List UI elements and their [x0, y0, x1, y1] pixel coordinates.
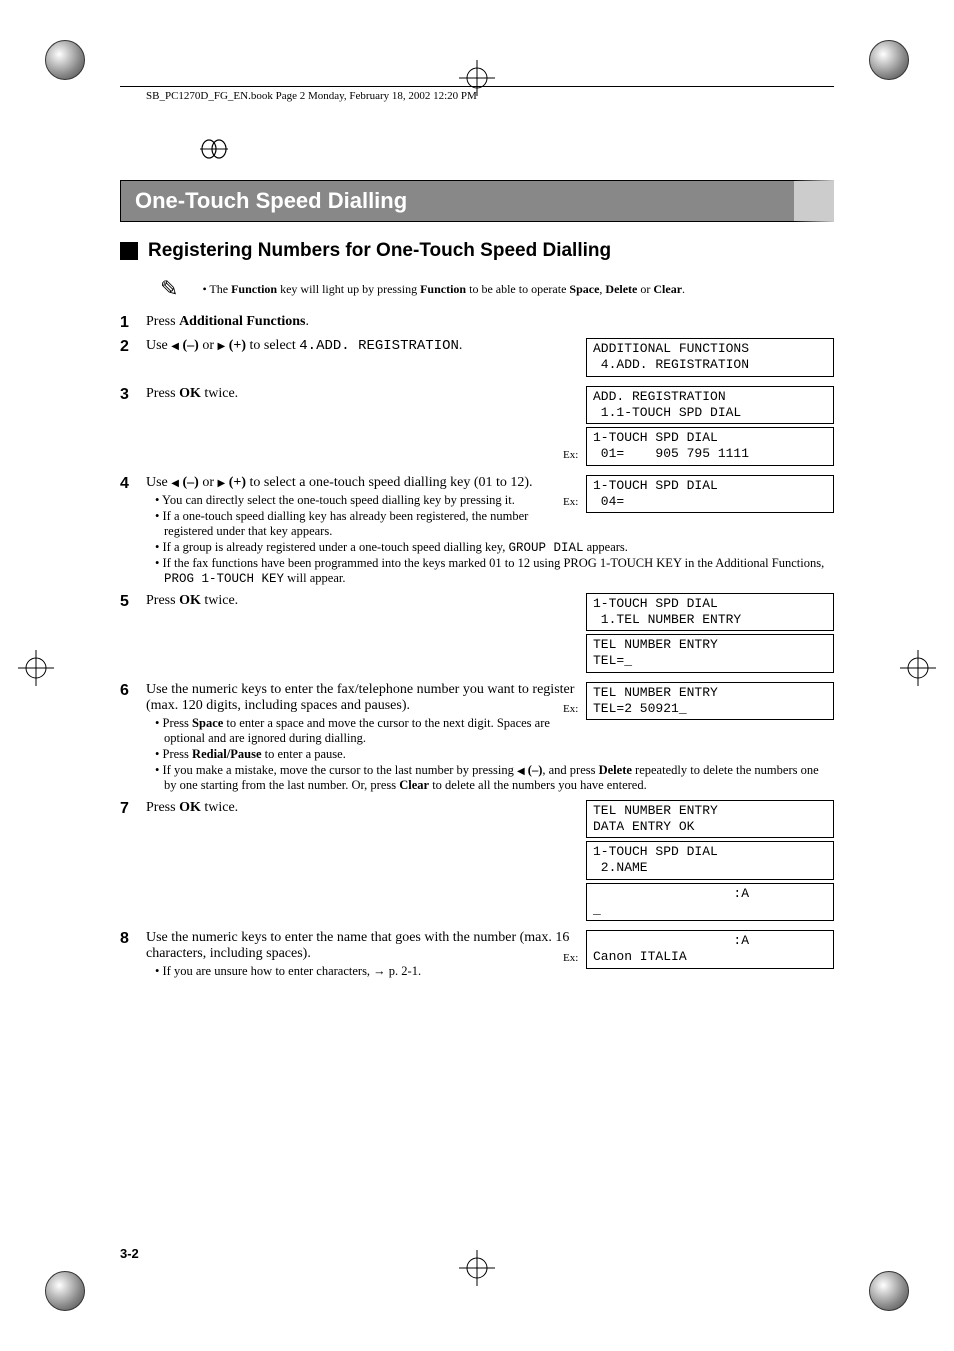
corner-circle-br	[869, 1271, 909, 1311]
step-body: Use the numeric keys to enter the name t…	[146, 930, 586, 980]
display-column: 1-TOUCH SPD DIAL 1.TEL NUMBER ENTRY TEL …	[586, 593, 834, 676]
display-column: ADD. REGISTRATION 1.1-TOUCH SPD DIAL Ex:…	[586, 386, 834, 469]
binder-icon	[200, 138, 228, 166]
registration-mark-right	[900, 650, 936, 686]
step-body: Press Additional Functions.	[146, 314, 834, 330]
step-number: 8	[120, 930, 146, 948]
display-column: TEL NUMBER ENTRY DATA ENTRY OK 1-TOUCH S…	[586, 800, 834, 925]
step-number: 1	[120, 314, 146, 332]
step-body: Use (–) or (+) to select 4.ADD. REGISTRA…	[146, 338, 586, 354]
lcd-display: TEL NUMBER ENTRY TEL=_	[586, 634, 834, 673]
note-text: • The Function key will light up by pres…	[202, 282, 685, 297]
step-number: 4	[120, 475, 146, 493]
bullet-item: If you make a mistake, move the cursor t…	[146, 763, 834, 793]
step-8: 8 Use the numeric keys to enter the name…	[120, 930, 834, 980]
bullet-item: If the fax functions have been programme…	[146, 556, 834, 586]
example-label: Ex:	[563, 449, 578, 463]
step-5: 5 Press OK twice. 1-TOUCH SPD DIAL 1.TEL…	[120, 593, 834, 676]
display-column: Ex:1-TOUCH SPD DIAL 04=	[586, 475, 834, 540]
display-column: ADDITIONAL FUNCTIONS 4.ADD. REGISTRATION	[586, 338, 834, 380]
step-6: 6 Use the numeric keys to enter the fax/…	[120, 682, 834, 794]
page-number: 3-2	[120, 1246, 139, 1261]
note-row: ✎ • The Function key will light up by pr…	[160, 276, 834, 302]
registration-mark-top	[459, 60, 495, 101]
triangle-left-icon	[517, 763, 525, 777]
square-bullet-icon	[120, 242, 138, 260]
corner-circle-tr	[869, 40, 909, 80]
step-4: 4 Use (–) or (+) to select a one-touch s…	[120, 475, 834, 587]
pencil-note-icon: ✎	[160, 276, 178, 302]
corner-circle-bl	[45, 1271, 85, 1311]
display-column: Ex: :A Canon ITALIA	[586, 930, 834, 972]
step-number: 6	[120, 682, 146, 700]
lcd-display: 1-TOUCH SPD DIAL 2.NAME	[586, 841, 834, 880]
bullet-item: If a one-touch speed dialling key has al…	[146, 509, 576, 539]
step-number: 3	[120, 386, 146, 404]
step-7: 7 Press OK twice. TEL NUMBER ENTRY DATA …	[120, 800, 834, 925]
triangle-left-icon	[171, 338, 179, 353]
registration-mark-left	[18, 650, 54, 686]
example-label: Ex:	[563, 703, 578, 717]
lcd-display: 1-TOUCH SPD DIAL 1.TEL NUMBER ENTRY	[586, 593, 834, 632]
step-number: 2	[120, 338, 146, 356]
lcd-display: Ex:TEL NUMBER ENTRY TEL=2 50921_	[586, 682, 834, 721]
lcd-display: :A _	[586, 883, 834, 922]
step-3: 3 Press OK twice. ADD. REGISTRATION 1.1-…	[120, 386, 834, 469]
step-2: 2 Use (–) or (+) to select 4.ADD. REGIST…	[120, 338, 834, 380]
step-body: Use (–) or (+) to select a one-touch spe…	[146, 475, 834, 587]
triangle-left-icon	[171, 475, 179, 490]
section-title-text: Registering Numbers for One-Touch Speed …	[148, 240, 611, 262]
step-body: Use the numeric keys to enter the fax/te…	[146, 682, 834, 794]
header-meta-text: SB_PC1270D_FG_EN.book Page 2 Monday, Feb…	[146, 90, 477, 102]
step-body: Press OK twice.	[146, 593, 586, 609]
lcd-display: Ex:1-TOUCH SPD DIAL 01= 905 795 1111	[586, 427, 834, 466]
step-1: 1 Press Additional Functions.	[120, 314, 834, 332]
bullet-item: If a group is already registered under a…	[146, 540, 834, 555]
section-title: Registering Numbers for One-Touch Speed …	[120, 240, 834, 262]
corner-circle-tl	[45, 40, 85, 80]
lcd-display: TEL NUMBER ENTRY DATA ENTRY OK	[586, 800, 834, 839]
bullet-item: You can directly select the one-touch sp…	[146, 493, 576, 508]
bullet-item: Press Space to enter a space and move th…	[146, 716, 576, 746]
step-number: 5	[120, 593, 146, 611]
bullet-item: Press Redial/Pause to enter a pause.	[146, 747, 576, 762]
step-body: Press OK twice.	[146, 386, 586, 402]
lcd-display: ADDITIONAL FUNCTIONS 4.ADD. REGISTRATION	[586, 338, 834, 377]
example-label: Ex:	[563, 952, 578, 966]
display-column: Ex:TEL NUMBER ENTRY TEL=2 50921_	[586, 682, 834, 763]
bullet-item: If you are unsure how to enter character…	[146, 964, 576, 979]
page-frame: SB_PC1270D_FG_EN.book Page 2 Monday, Feb…	[120, 60, 834, 1291]
title-bar: One-Touch Speed Dialling	[120, 180, 834, 222]
lcd-display: Ex: :A Canon ITALIA	[586, 930, 834, 969]
step-body: Press OK twice.	[146, 800, 586, 816]
example-label: Ex:	[563, 496, 578, 510]
lcd-display: Ex:1-TOUCH SPD DIAL 04=	[586, 475, 834, 514]
registration-mark-bottom	[459, 1250, 495, 1291]
step-number: 7	[120, 800, 146, 818]
lcd-display: ADD. REGISTRATION 1.1-TOUCH SPD DIAL	[586, 386, 834, 425]
